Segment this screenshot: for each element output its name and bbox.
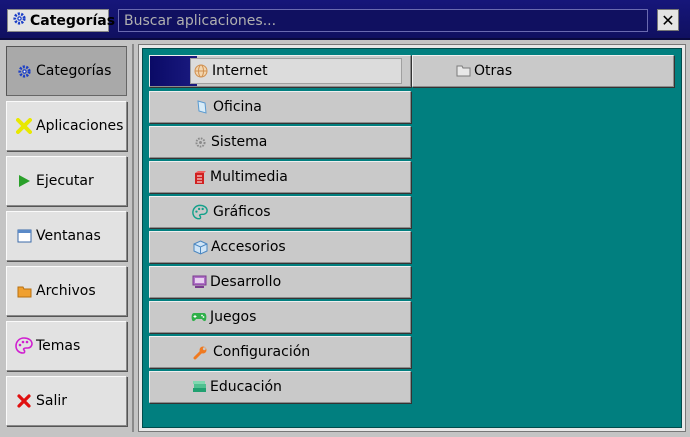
multimedia-icon (191, 170, 207, 185)
books-icon (191, 380, 207, 394)
folder-icon (455, 65, 471, 77)
category-panel: Internet Oficina Sistema Multimedia Gráf… (138, 44, 686, 432)
category-graficos[interactable]: Gráficos (149, 196, 411, 228)
category-oficina[interactable]: Oficina (149, 91, 411, 123)
sidebar-item-ejecutar[interactable]: Ejecutar (6, 156, 127, 206)
category-label: Juegos (210, 309, 257, 325)
category-label: Otras (474, 63, 513, 79)
category-juegos[interactable]: Juegos (149, 301, 411, 333)
sidebar-item-label: Categorías (36, 63, 112, 79)
category-label: Oficina (213, 99, 262, 115)
folder-icon (15, 285, 33, 298)
window-icon (15, 229, 33, 243)
sidebar: Categorías Aplicaciones Ejecutar Ventana… (4, 44, 131, 432)
category-label: Multimedia (210, 169, 288, 185)
title-chip: Categorías (7, 9, 115, 32)
sidebar-item-label: Temas (36, 338, 81, 354)
sidebar-item-label: Aplicaciones (36, 118, 124, 134)
sidebar-item-archivos[interactable]: Archivos (6, 266, 127, 316)
category-multimedia[interactable]: Multimedia (149, 161, 411, 193)
sidebar-item-categorias[interactable]: Categorías (6, 46, 127, 96)
globe-icon (193, 64, 209, 78)
sidebar-item-label: Archivos (36, 283, 96, 299)
category-desarrollo[interactable]: Desarrollo (149, 266, 411, 298)
sidebar-item-ventanas[interactable]: Ventanas (6, 211, 127, 261)
category-label: Configuración (213, 344, 311, 360)
sidebar-item-label: Salir (36, 393, 68, 409)
window-title: Categorías (30, 12, 116, 29)
gear-icon (12, 11, 27, 30)
search-input[interactable] (118, 9, 648, 32)
sidebar-item-salir[interactable]: Salir (6, 376, 127, 426)
category-configuracion[interactable]: Configuración (149, 336, 411, 368)
category-label: Desarrollo (210, 274, 282, 290)
menu-window: Categorías ✕ Categorías Aplicaciones Eje… (0, 0, 690, 437)
sidebar-item-aplicaciones[interactable]: Aplicaciones (6, 101, 127, 151)
category-sistema[interactable]: Sistema (149, 126, 411, 158)
category-label: Accesorios (211, 239, 286, 255)
sidebar-item-temas[interactable]: Temas (6, 321, 127, 371)
category-label: Educación (210, 379, 282, 395)
palette-icon (192, 204, 208, 221)
close-button[interactable]: ✕ (657, 9, 679, 31)
category-accesorios[interactable]: Accesorios (149, 231, 411, 263)
gear-icon (192, 136, 208, 149)
category-label: Sistema (211, 134, 268, 150)
palette-icon (15, 337, 33, 355)
titlebar: Categorías ✕ (0, 0, 690, 40)
category-grid: Internet Oficina Sistema Multimedia Gráf… (142, 48, 682, 428)
sidebar-divider (132, 44, 134, 432)
close-icon: ✕ (661, 10, 675, 30)
wrench-icon (192, 345, 208, 360)
category-internet[interactable]: Internet (149, 55, 411, 87)
category-label: Internet (212, 63, 268, 79)
play-icon (15, 174, 33, 188)
sidebar-item-label: Ejecutar (36, 173, 94, 189)
category-label: Gráficos (213, 204, 271, 220)
box-icon (192, 239, 208, 255)
category-otras[interactable]: Otras (412, 55, 674, 87)
gear-icon (15, 64, 33, 79)
office-icon (194, 100, 210, 114)
category-educacion[interactable]: Educación (149, 371, 411, 403)
gamepad-icon (191, 311, 207, 323)
computer-icon (191, 275, 207, 289)
puzzle-icon (15, 118, 33, 134)
close-icon (15, 394, 33, 408)
sidebar-item-label: Ventanas (36, 228, 101, 244)
